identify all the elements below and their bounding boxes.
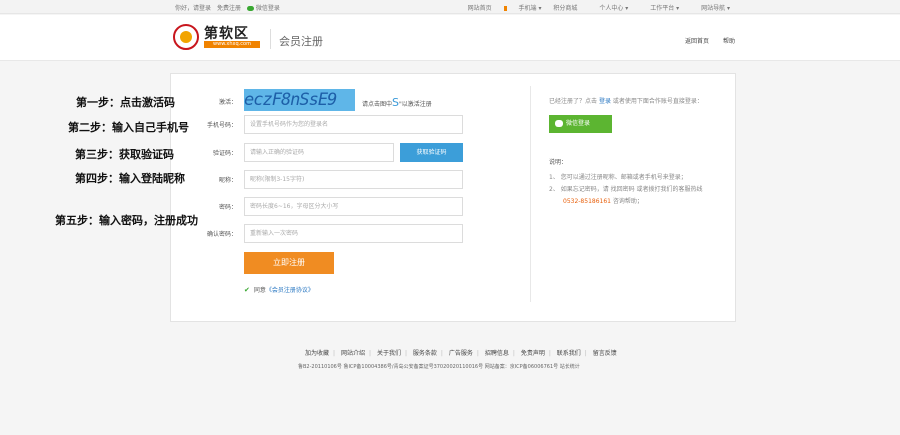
top-link-work-platform-label: 工作平台 <box>650 5 675 12</box>
phone-row: 手机号码： 设置手机号码作为您的登录名 <box>190 115 465 134</box>
phone-icon <box>503 6 507 11</box>
wechat-button-label: 微信登录 <box>566 120 591 127</box>
password-input[interactable]: 密码长度6~16，字母区分大小写 <box>244 197 463 216</box>
code-input[interactable]: 请输入正确的验证码 <box>244 143 394 162</box>
captcha-tip: 请点击图中S"以激活注册 <box>362 96 432 109</box>
nick-row: 昵称： 昵称(限制3-15字符) <box>190 170 465 189</box>
confirm-password-row: 确认密码： 重新输入一次密码 <box>190 224 465 243</box>
note-2: 2、 如果忘记密码，请 找回密码 或者拨打我们的客服热线 <box>549 186 703 193</box>
footer-sep: | <box>512 350 515 357</box>
header-divider <box>270 29 271 49</box>
phone-input[interactable]: 设置手机号码作为您的登录名 <box>244 115 463 134</box>
wechat-icon <box>555 120 563 127</box>
footer-link[interactable]: 留言反馈 <box>593 350 617 357</box>
get-code-button[interactable]: 获取验证码 <box>400 143 463 162</box>
wechat-login-label: 微信登录 <box>255 5 280 12</box>
agreement: ✔ 同意《会员注册协议》 <box>244 285 314 294</box>
top-link-site-nav-label: 网站导航 <box>701 5 726 12</box>
note-3: 0532-85186161 咨询帮助； <box>549 196 703 208</box>
register-button[interactable]: 立即注册 <box>244 252 334 274</box>
top-link-work-platform[interactable]: 工作平台 ▾ <box>640 5 679 12</box>
agree-text: 同意 <box>253 287 266 294</box>
note-1: 1、 您可以通过注册昵称、邮箱或者手机号来登录； <box>549 174 687 181</box>
footer-link[interactable]: 广告服务 <box>449 350 473 357</box>
footer-sep: | <box>404 350 407 357</box>
top-bar-left: 你好，请登录 免费注册 微信登录 <box>175 3 288 12</box>
notes-title: 说明： <box>549 159 568 166</box>
check-icon[interactable]: ✔ <box>244 286 250 294</box>
registered-post: 或者使用下面合作账号直接登录： <box>612 98 703 105</box>
logo-url: www.xhxq.com <box>204 41 260 48</box>
password-row: 密码： 密码长度6~16，字母区分大小写 <box>190 197 465 216</box>
hotline-number: 0532-85186161 <box>563 198 611 205</box>
footer-link[interactable]: 关于我们 <box>377 350 401 357</box>
header-nav: 返回首页 帮助 <box>685 36 747 45</box>
page-title: 会员注册 <box>279 35 323 48</box>
top-link-home[interactable]: 网站首页 <box>468 5 492 12</box>
already-registered-tip: 已经注册了？点击 登录 或者使用下面合作账号直接登录： <box>549 96 703 105</box>
footer-links: 加为收藏 | 网站介绍 | 关于我们 | 服务条款 | 广告服务 | 招聘信息 | 免责声明… <box>305 348 621 357</box>
footer-link[interactable]: 服务条款 <box>413 350 437 357</box>
top-link-user-center[interactable]: 个人中心 ▾ <box>589 5 628 12</box>
logo-name[interactable]: 第软区 <box>204 23 249 43</box>
wechat-icon <box>246 6 254 11</box>
wechat-login-link[interactable]: 微信登录 <box>246 5 284 12</box>
nick-label: 昵称： <box>218 177 237 184</box>
password-label: 密码： <box>218 204 237 211</box>
wechat-login-button[interactable]: 微信登录 <box>549 115 612 133</box>
captcha-tip-post: "以激活注册 <box>399 101 432 108</box>
login-link[interactable]: 登录 <box>599 98 611 105</box>
confirm-password-input[interactable]: 重新输入一次密码 <box>244 224 463 243</box>
step-4-annotation: 第四步：输入登陆昵称 <box>75 172 185 185</box>
card-divider <box>530 86 531 302</box>
register-link[interactable]: 免费注册 <box>217 5 241 12</box>
top-link-user-center-label: 个人中心 <box>599 5 624 12</box>
top-link-site-nav[interactable]: 网站导航 ▾ <box>691 5 730 12</box>
confirm-password-label: 确认密码： <box>206 231 237 238</box>
footer-sep: | <box>368 350 372 357</box>
captcha-image[interactable]: eczF8nSsE9 <box>244 89 355 111</box>
footer-copyright: 鲁B2-20110106号 鲁ICP备10004386号/青岛公安备案证号370… <box>298 364 580 370</box>
footer-sep: | <box>440 350 443 357</box>
top-bar: 你好，请登录 免费注册 微信登录 网站首页 手机端 ▾ 积分商城 个人中心 ▾ … <box>0 0 900 14</box>
footer-sep: | <box>548 350 551 357</box>
footer-link[interactable]: 网站介绍 <box>341 350 365 357</box>
logo-icon[interactable] <box>173 24 199 50</box>
hotline-suffix: 咨询帮助； <box>612 198 643 205</box>
nick-input[interactable]: 昵称(限制3-15字符) <box>244 170 463 189</box>
code-label: 验证码： <box>212 150 237 157</box>
top-link-mobile-label: 手机端 <box>518 5 537 12</box>
step-2-annotation: 第二步：输入自己手机号 <box>68 121 189 134</box>
agreement-link[interactable]: 《会员注册协议》 <box>266 287 314 294</box>
step-5-annotation: 第五步：输入密码，注册成功 <box>55 214 198 227</box>
footer-sep: | <box>333 350 336 357</box>
footer-link[interactable]: 加为收藏 <box>305 350 329 357</box>
registered-pre: 已经注册了？点击 <box>549 98 598 105</box>
footer-sep: | <box>584 350 587 357</box>
footer-link[interactable]: 招聘信息 <box>485 350 509 357</box>
top-link-points-mall[interactable]: 积分商城 <box>553 5 577 12</box>
footer-sep: | <box>476 350 479 357</box>
header: 第软区 www.xhxq.com 会员注册 返回首页 帮助 <box>0 15 900 61</box>
captcha-tip-char: S <box>392 96 399 109</box>
notes: 1、 您可以通过注册昵称、邮箱或者手机号来登录； 2、 如果忘记密码，请 找回密… <box>549 172 703 208</box>
footer-link[interactable]: 免责声明 <box>521 350 545 357</box>
top-link-mobile[interactable]: 手机端 ▾ <box>503 5 541 12</box>
step-3-annotation: 第三步：获取验证码 <box>75 148 174 161</box>
back-home-link[interactable]: 返回首页 <box>685 38 709 45</box>
greeting-link[interactable]: 你好，请登录 <box>175 5 211 12</box>
phone-label: 手机号码： <box>206 122 237 129</box>
top-bar-right: 网站首页 手机端 ▾ 积分商城 个人中心 ▾ 工作平台 ▾ 网站导航 ▾ <box>458 3 730 12</box>
activate-label: 激活： <box>218 99 237 106</box>
footer-link[interactable]: 联系我们 <box>557 350 581 357</box>
step-1-annotation: 第一步：点击激活码 <box>76 96 175 109</box>
help-link[interactable]: 帮助 <box>723 38 735 45</box>
captcha-tip-pre: 请点击图中 <box>362 101 393 108</box>
